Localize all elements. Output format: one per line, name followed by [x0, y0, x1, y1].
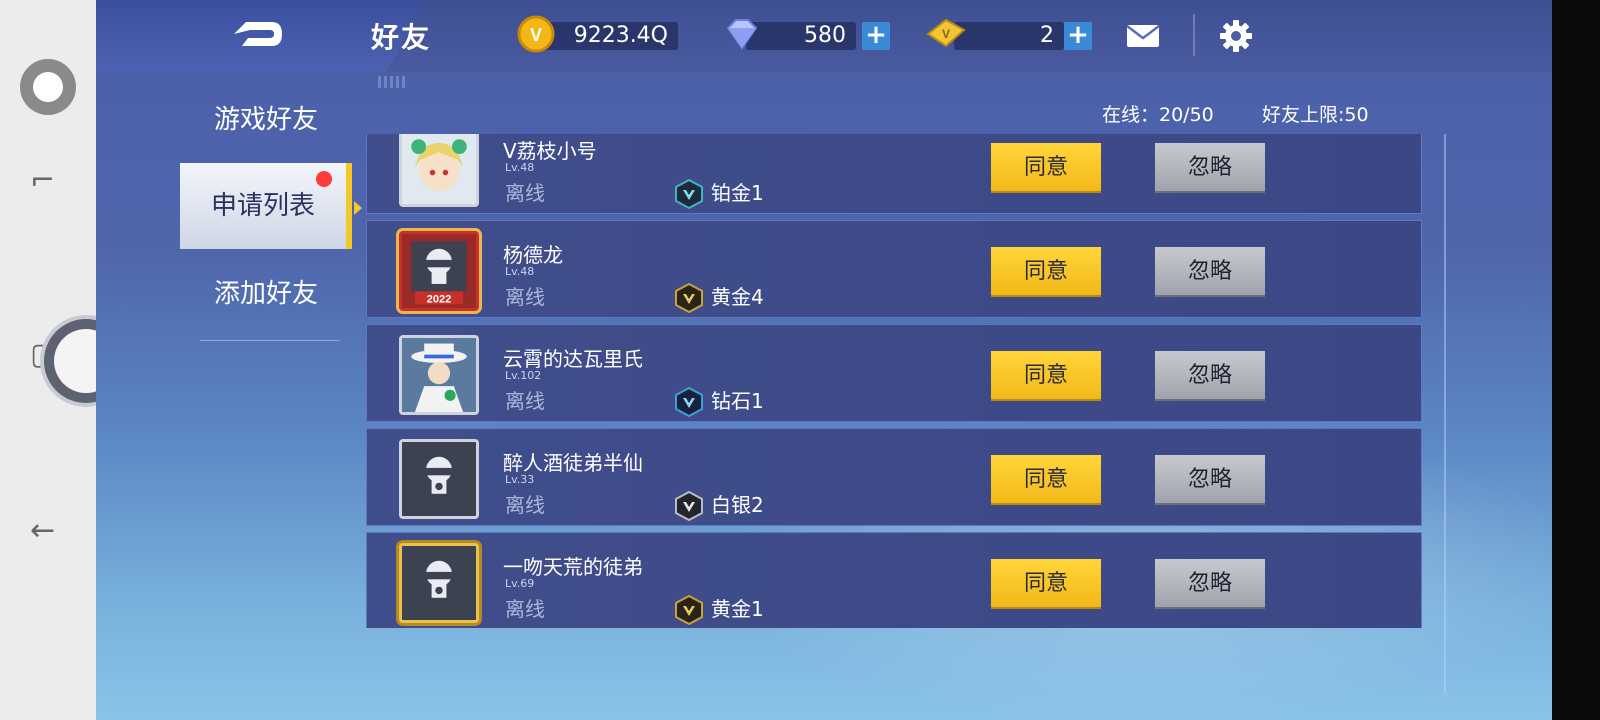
friend-limit: 好友上限:50 [1262, 104, 1369, 126]
add-diamonds-button[interactable]: + [862, 22, 890, 50]
top-header: 好友 V 9223.4Q 580 + V 2 + [96, 0, 1552, 72]
list-item: 2022 杨德龙 Lv.48 离线 黄金4 同意 忽略 [366, 220, 1422, 318]
active-tab-indicator [354, 201, 362, 215]
coin-counter: V 9223.4Q [517, 15, 678, 53]
rank-label: 黄金4 [711, 285, 764, 309]
tab-label: 申请列表 [210, 191, 315, 221]
scrollbar[interactable] [1444, 134, 1446, 694]
friend-level: Lv.69 [505, 577, 535, 590]
add-tickets-button[interactable]: + [1064, 22, 1092, 50]
record-icon[interactable] [20, 59, 76, 115]
ignore-button[interactable]: 忽略 [1155, 455, 1265, 503]
gas-mask-avatar-icon [402, 442, 476, 516]
list-item: 醉人酒徒弟半仙 Lv.33 离线 白银2 同意 忽略 [366, 428, 1422, 526]
avatar[interactable] [399, 134, 479, 207]
back-nav-icon[interactable]: ← [30, 516, 55, 546]
friend-name: 杨德龙 [503, 243, 563, 267]
rank-label: 黄金1 [711, 597, 764, 621]
rank-badge-icon [675, 595, 703, 625]
ignore-button[interactable]: 忽略 [1155, 351, 1265, 399]
agree-button[interactable]: 同意 [991, 351, 1101, 399]
friend-name: 云霄的达瓦里氏 [503, 347, 643, 371]
tab-label: 游戏好友 [213, 105, 318, 135]
online-count: 在线：20/50 [1102, 104, 1214, 126]
tab-label: 添加好友 [213, 279, 318, 309]
coin-icon: V [517, 15, 555, 53]
rank-badge-icon [675, 283, 703, 313]
ticket-icon: V [926, 18, 966, 48]
rank-badge-icon [675, 387, 703, 417]
svg-text:V: V [942, 27, 950, 41]
rank-label: 钻石1 [711, 389, 764, 413]
svg-text:V: V [530, 25, 542, 45]
avatar[interactable] [399, 439, 479, 519]
friend-name: V荔枝小号 [503, 139, 597, 163]
online-state: 离线 [505, 493, 545, 517]
friend-level: Lv.102 [505, 369, 542, 382]
anime-girl-avatar-icon [402, 134, 476, 204]
agree-button[interactable]: 同意 [991, 247, 1101, 295]
tab-add-friend[interactable]: 添加好友 [180, 251, 352, 337]
list-item: 云霄的达瓦里氏 Lv.102 离线 钻石1 同意 忽略 [366, 324, 1422, 422]
friend-level: Lv.33 [505, 473, 535, 486]
rank-badge-icon [675, 491, 703, 521]
rank-badge-icon [675, 179, 703, 209]
tab-game-friends[interactable]: 游戏好友 [180, 77, 352, 163]
rank-label: 白银2 [711, 493, 764, 517]
list-item: 一吻天荒的徒弟 Lv.69 离线 黄金1 同意 忽略 [366, 532, 1422, 628]
ticket-value: 2 [1040, 23, 1054, 48]
multi-window-icon[interactable]: ⌐ [30, 166, 55, 196]
list-item: V荔枝小号 Lv.48 离线 铂金1 同意 忽略 [366, 134, 1422, 214]
notification-dot [316, 171, 332, 187]
character-avatar-icon [402, 338, 476, 412]
online-state: 离线 [505, 181, 545, 205]
coin-value: 9223.4Q [573, 23, 668, 48]
avatar[interactable] [399, 335, 479, 415]
page-title: 好友 [371, 21, 432, 54]
agree-button[interactable]: 同意 [991, 559, 1101, 607]
online-state: 离线 [505, 285, 545, 309]
svg-text:2022: 2022 [427, 293, 452, 305]
screen-edge [1552, 0, 1600, 720]
tab-request-list[interactable]: 申请列表 [180, 163, 352, 249]
friend-name: 醉人酒徒弟半仙 [503, 451, 643, 475]
diamond-icon [726, 19, 758, 50]
back-arrow-icon[interactable] [232, 18, 284, 50]
request-list[interactable]: V荔枝小号 Lv.48 离线 铂金1 同意 忽略 2022 杨德龙 Lv.48 … [366, 134, 1422, 628]
ignore-button[interactable]: 忽略 [1155, 247, 1265, 295]
gas-mask-avatar-icon [402, 546, 476, 620]
agree-button[interactable]: 同意 [991, 143, 1101, 191]
gas-mask-avatar-icon: 2022 [402, 234, 476, 308]
diamond-counter: 580 [726, 19, 856, 50]
rank-label: 铂金1 [711, 181, 764, 205]
game-screen: 好友 V 9223.4Q 580 + V 2 + 游戏好友 申请列表 添加好友 … [96, 0, 1552, 720]
gear-icon[interactable] [1218, 18, 1254, 54]
friend-name: 一吻天荒的徒弟 [503, 555, 643, 579]
online-state: 离线 [505, 389, 545, 413]
friend-level: Lv.48 [505, 161, 535, 174]
online-state: 离线 [505, 597, 545, 621]
ignore-button[interactable]: 忽略 [1155, 559, 1265, 607]
ignore-button[interactable]: 忽略 [1155, 143, 1265, 191]
diamond-value: 580 [804, 23, 846, 48]
avatar[interactable]: 2022 [399, 231, 479, 311]
friend-level: Lv.48 [505, 265, 535, 278]
avatar[interactable] [399, 543, 479, 623]
ticket-counter: V 2 [926, 18, 1064, 50]
agree-button[interactable]: 同意 [991, 455, 1101, 503]
mail-icon[interactable] [1126, 24, 1160, 48]
